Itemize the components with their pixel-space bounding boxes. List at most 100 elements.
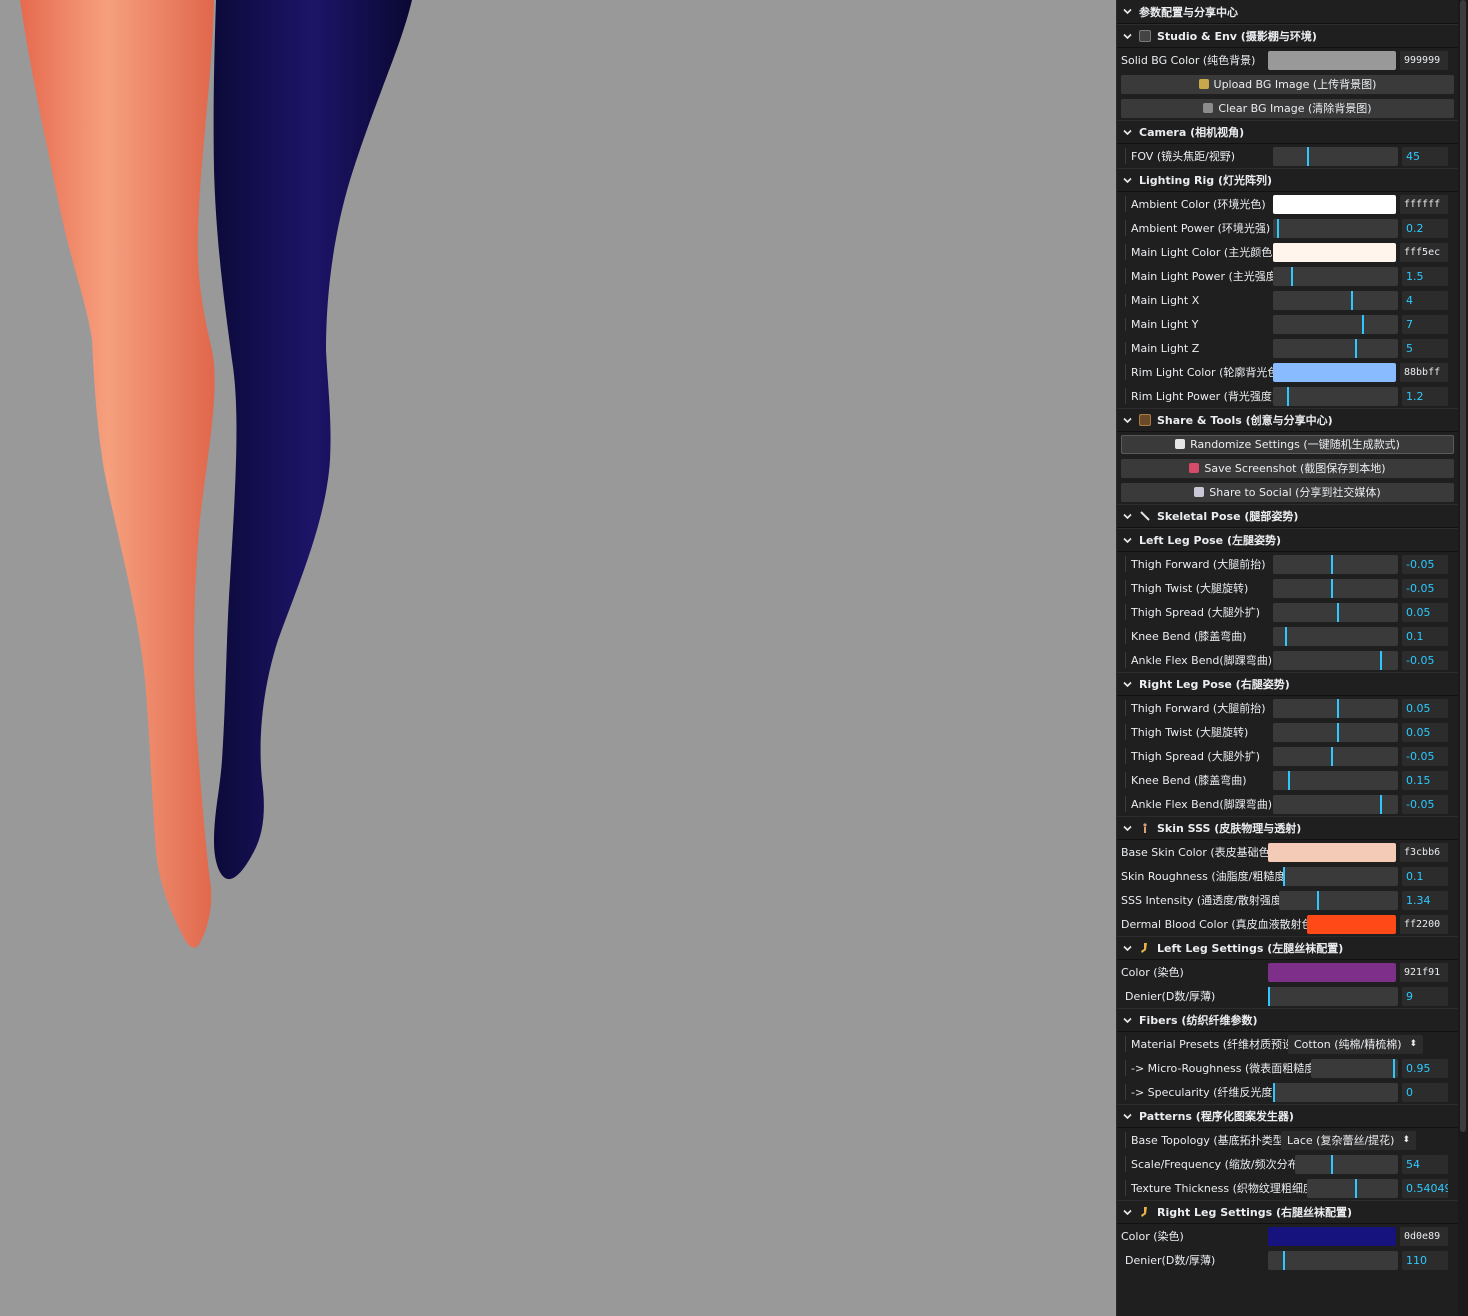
folder-right-pose[interactable]: Right Leg Pose (右腿姿势) — [1117, 672, 1458, 696]
main-power-value[interactable]: 1.5 — [1402, 266, 1448, 286]
upload-bg-button[interactable]: Upload BG Image (上传背景图) — [1121, 74, 1454, 94]
sss-value[interactable]: 1.34 — [1402, 890, 1448, 910]
topology-select[interactable]: Lace (复杂蕾丝/提花) ⬍ — [1281, 1130, 1417, 1150]
right-color-row: Color (染色) 0d0e89 — [1117, 1224, 1458, 1248]
skin-roughness-value[interactable]: 0.1 — [1402, 866, 1448, 886]
fov-value[interactable]: 45 — [1402, 146, 1448, 166]
rim-power-slider[interactable] — [1273, 386, 1398, 406]
clear-bg-button[interactable]: Clear BG Image (清除背景图) — [1121, 98, 1454, 118]
sss-slider[interactable] — [1279, 890, 1398, 910]
right-color-hex[interactable]: 0d0e89 — [1400, 1226, 1448, 1246]
blood-color-hex[interactable]: ff2200 — [1400, 914, 1448, 934]
save-screenshot-button[interactable]: Save Screenshot (截图保存到本地) — [1121, 458, 1454, 478]
pose-slider[interactable] — [1273, 770, 1398, 790]
folder-left-settings[interactable]: Left Leg Settings (左腿丝袜配置) — [1117, 936, 1458, 960]
panel-scrollbar[interactable] — [1458, 0, 1468, 1316]
micro-roughness-value[interactable]: 0.95 — [1402, 1058, 1448, 1078]
rim-color-hex[interactable]: 88bbff — [1400, 362, 1448, 382]
folder-right-settings[interactable]: Right Leg Settings (右腿丝袜配置) — [1117, 1200, 1458, 1224]
pose-slider[interactable] — [1273, 554, 1398, 574]
folder-camera[interactable]: Camera (相机视角) — [1117, 120, 1458, 144]
pose-value[interactable]: -0.05 — [1402, 650, 1448, 670]
panel-title-row[interactable]: 参数配置与分享中心 — [1117, 0, 1458, 24]
main-x-slider[interactable] — [1273, 290, 1398, 310]
chevron-down-icon[interactable] — [1123, 7, 1132, 16]
scale-value[interactable]: 54 — [1402, 1154, 1448, 1174]
pose-slider[interactable] — [1273, 650, 1398, 670]
left-pose-rows: Thigh Forward (大腿前抬) -0.05 Thigh Twist (大腿… — [1117, 552, 1458, 672]
pose-value[interactable]: 0.05 — [1402, 602, 1448, 622]
base-skin-swatch[interactable] — [1268, 842, 1396, 862]
left-denier-value[interactable]: 9 — [1402, 986, 1448, 1006]
blood-color-swatch[interactable] — [1307, 914, 1396, 934]
pose-value[interactable]: 0.15 — [1402, 770, 1448, 790]
right-color-swatch[interactable] — [1268, 1226, 1396, 1246]
fov-slider[interactable] — [1273, 146, 1398, 166]
folder-patterns[interactable]: Patterns (程序化图案发生器) — [1117, 1104, 1458, 1128]
folder-fibers-title: Fibers (纺织纤维参数) — [1139, 1014, 1258, 1027]
folder-lighting[interactable]: Lighting Rig (灯光阵列) — [1117, 168, 1458, 192]
pose-value[interactable]: -0.05 — [1402, 794, 1448, 814]
ambient-power-slider[interactable] — [1273, 218, 1398, 238]
folder-share[interactable]: Share & Tools (创意与分享中心) — [1117, 408, 1458, 432]
pose-slider[interactable] — [1273, 626, 1398, 646]
folder-studio[interactable]: Studio & Env (摄影棚与环境) — [1117, 24, 1458, 48]
folder-skin[interactable]: Skin SSS (皮肤物理与透射) — [1117, 816, 1458, 840]
upload-bg-label: Upload BG Image (上传背景图) — [1213, 78, 1377, 91]
scale-slider[interactable] — [1295, 1154, 1398, 1174]
randomize-button[interactable]: Randomize Settings (一键随机生成款式) — [1121, 434, 1454, 454]
rocket-icon — [1194, 487, 1205, 497]
main-color-hex[interactable]: fff5ec — [1400, 242, 1448, 262]
folder-left-pose[interactable]: Left Leg Pose (左腿姿势) — [1117, 528, 1458, 552]
solid-bg-hex[interactable]: 999999 — [1400, 50, 1448, 70]
main-x-value[interactable]: 4 — [1402, 290, 1448, 310]
specularity-value[interactable]: 0 — [1402, 1082, 1448, 1102]
pose-value[interactable]: -0.05 — [1402, 578, 1448, 598]
share-social-button[interactable]: Share to Social (分享到社交媒体) — [1121, 482, 1454, 502]
pose-value[interactable]: -0.05 — [1402, 554, 1448, 574]
pose-slider[interactable] — [1273, 722, 1398, 742]
main-power-slider[interactable] — [1273, 266, 1398, 286]
specularity-label: -> Specularity (纤维反光度) — [1125, 1084, 1273, 1100]
social-row: Share to Social (分享到社交媒体) — [1117, 480, 1458, 504]
thickness-slider[interactable] — [1307, 1178, 1398, 1198]
ambient-color-swatch[interactable] — [1273, 194, 1396, 214]
pose-slider[interactable] — [1273, 578, 1398, 598]
base-skin-hex[interactable]: f3cbb6 — [1400, 842, 1448, 862]
pose-value[interactable]: 0.05 — [1402, 698, 1448, 718]
rim-power-value[interactable]: 1.2 — [1402, 386, 1448, 406]
rim-color-swatch[interactable] — [1273, 362, 1396, 382]
folder-fibers[interactable]: Fibers (纺织纤维参数) — [1117, 1008, 1458, 1032]
main-y-value[interactable]: 7 — [1402, 314, 1448, 334]
pose-value[interactable]: 0.05 — [1402, 722, 1448, 742]
left-color-hex[interactable]: 921f91 — [1400, 962, 1448, 982]
ambient-color-hex[interactable]: ffffff — [1400, 194, 1448, 214]
thickness-value[interactable]: 0.540495 — [1402, 1178, 1448, 1198]
left-color-swatch[interactable] — [1268, 962, 1396, 982]
folder-camera-title: Camera (相机视角) — [1139, 126, 1245, 139]
main-color-swatch[interactable] — [1273, 242, 1396, 262]
pose-value[interactable]: -0.05 — [1402, 746, 1448, 766]
right-denier-slider[interactable] — [1268, 1250, 1398, 1270]
skin-roughness-label: Skin Roughness (油脂度/粗糙度) — [1121, 870, 1283, 883]
pose-slider[interactable] — [1273, 794, 1398, 814]
pose-value[interactable]: 0.1 — [1402, 626, 1448, 646]
pose-slider[interactable] — [1273, 602, 1398, 622]
specularity-slider[interactable] — [1273, 1082, 1398, 1102]
main-z-value[interactable]: 5 — [1402, 338, 1448, 358]
main-y-slider[interactable] — [1273, 314, 1398, 334]
scrollbar-thumb[interactable] — [1460, 0, 1466, 1132]
skin-roughness-slider[interactable] — [1283, 866, 1398, 886]
folder-skeletal[interactable]: Skeletal Pose (腿部姿势) — [1117, 504, 1458, 528]
pose-slider[interactable] — [1273, 746, 1398, 766]
solid-bg-swatch[interactable] — [1268, 50, 1396, 70]
ambient-power-value[interactable]: 0.2 — [1402, 218, 1448, 238]
right-denier-value[interactable]: 110 — [1402, 1250, 1448, 1270]
main-z-slider[interactable] — [1273, 338, 1398, 358]
pose-row: Ankle Flex Bend(脚踝弯曲) -0.05 — [1117, 648, 1458, 672]
micro-roughness-slider[interactable] — [1311, 1058, 1398, 1078]
material-preset-select[interactable]: Cotton (纯棉/精梳棉) ⬍ — [1288, 1034, 1424, 1054]
3d-viewport[interactable] — [0, 0, 1118, 1316]
pose-slider[interactable] — [1273, 698, 1398, 718]
left-denier-slider[interactable] — [1268, 986, 1398, 1006]
